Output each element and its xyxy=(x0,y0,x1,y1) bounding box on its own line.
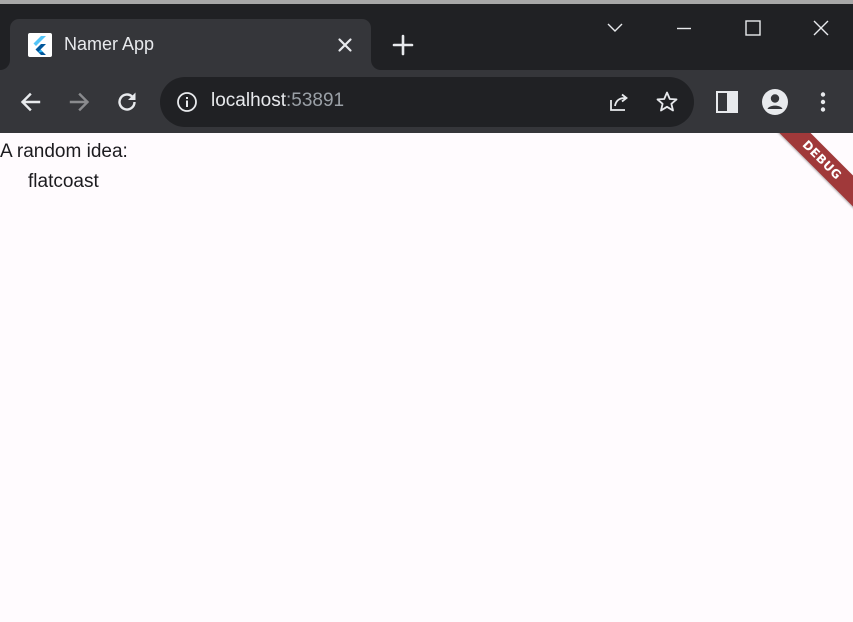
address-url[interactable]: localhost:53891 xyxy=(211,90,344,112)
tab-title: Namer App xyxy=(64,34,155,54)
browser-titlebar: Namer App xyxy=(0,0,853,70)
side-panel-icon[interactable] xyxy=(713,88,741,116)
browser-toolbar: localhost:53891 xyxy=(0,70,853,133)
random-idea-word: flatcoast xyxy=(28,171,99,192)
reload-icon[interactable] xyxy=(113,88,141,116)
tab-search-chevron-icon[interactable] xyxy=(595,14,635,44)
app-content: A random idea: flatcoast DEBUG xyxy=(0,133,853,622)
kebab-menu-icon[interactable] xyxy=(809,88,837,116)
minimize-icon[interactable] xyxy=(664,14,704,44)
window-top-border xyxy=(0,0,853,4)
tab-curve-right xyxy=(371,60,381,70)
maximize-icon[interactable] xyxy=(733,14,773,44)
share-icon[interactable] xyxy=(607,90,631,114)
window-close-icon[interactable] xyxy=(801,14,841,44)
browser-tab-active[interactable]: Namer App xyxy=(0,19,381,70)
url-host: localhost xyxy=(211,90,286,111)
plus-icon[interactable] xyxy=(388,30,418,60)
url-port: :53891 xyxy=(286,90,345,111)
debug-banner-label: DEBUG xyxy=(799,137,845,183)
address-bar[interactable]: localhost:53891 xyxy=(160,77,694,127)
arrow-right-icon[interactable] xyxy=(65,88,93,116)
flutter-logo-icon xyxy=(28,33,52,57)
close-icon[interactable] xyxy=(336,36,354,54)
random-idea-label: A random idea: xyxy=(0,141,128,162)
site-info-icon[interactable] xyxy=(176,91,198,113)
debug-banner: DEBUG xyxy=(764,133,853,218)
arrow-left-icon[interactable] xyxy=(17,88,45,116)
star-icon[interactable] xyxy=(655,90,679,114)
tab-curve-left xyxy=(0,60,10,70)
avatar-icon[interactable] xyxy=(761,88,789,116)
